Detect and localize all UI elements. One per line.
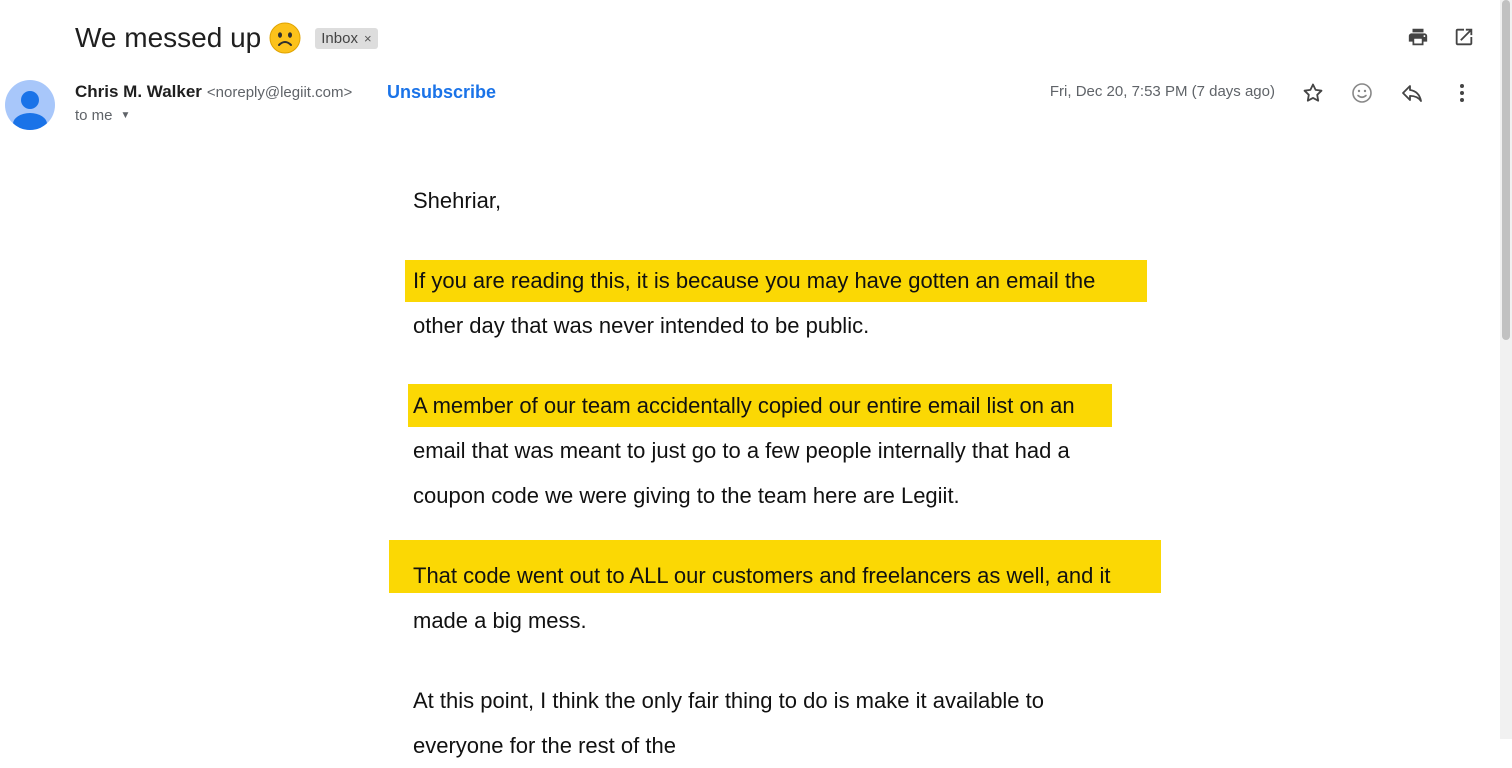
unsubscribe-link[interactable]: Unsubscribe xyxy=(387,80,496,104)
print-icon[interactable] xyxy=(1407,26,1429,48)
frowning-face-icon xyxy=(269,22,301,54)
body-line: A member of our team accidentally copied… xyxy=(413,393,1075,418)
email-date: Fri, Dec 20, 7:53 PM (7 days ago) xyxy=(1049,83,1275,100)
remove-label-icon[interactable]: × xyxy=(364,31,372,46)
sender-email: <noreply@legiit.com> xyxy=(206,83,353,101)
recipient-details[interactable]: to me ▼ xyxy=(75,107,130,124)
open-in-new-window-icon[interactable] xyxy=(1453,26,1475,48)
body-line: made a big mess. xyxy=(413,608,587,633)
sender-line: Chris M. Walker <noreply@legiit.com> xyxy=(75,80,352,104)
label-chip-text: Inbox xyxy=(321,29,358,47)
chevron-down-icon[interactable]: ▼ xyxy=(121,110,131,121)
recipient-label: to me xyxy=(75,107,113,124)
scrollbar-thumb[interactable] xyxy=(1502,0,1510,340)
more-vert-icon[interactable] xyxy=(1450,81,1474,105)
body-line: If you are reading this, it is because y… xyxy=(413,268,1096,293)
greeting: Shehriar, xyxy=(413,188,502,213)
star-icon[interactable] xyxy=(1301,81,1325,105)
body-line: email that was meant to just go to a few… xyxy=(413,438,1070,463)
avatar[interactable] xyxy=(5,80,55,130)
body-line: That code went out to ALL our customers … xyxy=(413,563,1111,588)
body-line: At this point, I think the only fair thi… xyxy=(413,688,1045,713)
scrollbar-track[interactable] xyxy=(1500,0,1512,739)
subject-row: We messed up Inbox × xyxy=(75,18,378,58)
body-line: other day that was never intended to be … xyxy=(413,313,870,338)
add-reaction-icon[interactable] xyxy=(1350,81,1374,105)
email-subject: We messed up xyxy=(75,22,262,53)
sender-name[interactable]: Chris M. Walker xyxy=(75,82,202,102)
reply-icon[interactable] xyxy=(1400,81,1424,105)
body-line: coupon code we were giving to the team h… xyxy=(413,483,960,508)
body-line-partial: everyone for the rest of the xyxy=(413,733,676,758)
label-chip-inbox[interactable]: Inbox × xyxy=(315,27,378,49)
